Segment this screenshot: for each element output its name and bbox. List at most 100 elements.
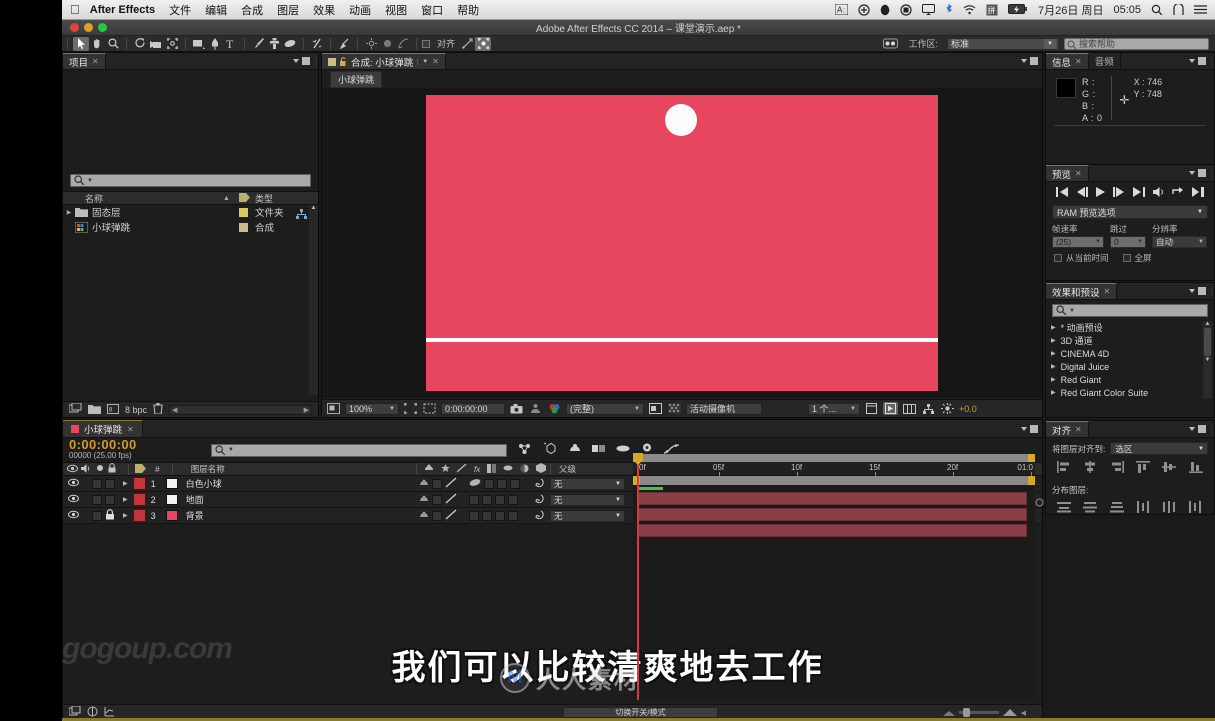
- zoom-track[interactable]: [958, 708, 999, 717]
- sort-asc-icon[interactable]: ▲: [223, 195, 230, 202]
- layer-video-toggle[interactable]: [63, 510, 79, 521]
- layer-frameblend-toggle[interactable]: [482, 494, 492, 505]
- column-name[interactable]: 名称: [63, 192, 103, 205]
- layer-3d-toggle[interactable]: [510, 478, 520, 489]
- bluetooth-icon[interactable]: [945, 3, 953, 16]
- transparency-grid-icon[interactable]: [422, 402, 437, 415]
- twirl-icon[interactable]: ▶: [1051, 337, 1056, 344]
- ram-preview-options-select[interactable]: RAM 预览选项 ▼: [1052, 205, 1208, 219]
- project-row-comp[interactable]: 小球弹跳 合成: [63, 220, 318, 235]
- menu-item-window[interactable]: 窗口: [421, 2, 443, 18]
- search-icon[interactable]: [1151, 4, 1163, 16]
- effects-panel-menu[interactable]: [1189, 283, 1210, 299]
- exposure-reset-icon[interactable]: [940, 402, 955, 415]
- timecode-display[interactable]: 0:00:00:00 00000 (25.00 fps): [63, 438, 137, 461]
- bit-depth-label[interactable]: 8 bpc: [125, 405, 147, 415]
- layer-frameblend-toggle[interactable]: [484, 478, 494, 489]
- layer-effects-toggle[interactable]: [469, 494, 479, 505]
- timeline-search-input[interactable]: ▼: [211, 443, 507, 457]
- apple-logo-icon[interactable]: : [62, 3, 90, 16]
- layer-3d-toggle[interactable]: [508, 494, 518, 505]
- menu-item-view[interactable]: 视图: [385, 2, 407, 18]
- pixel-aspect-icon[interactable]: [864, 402, 879, 415]
- motion-blur-icon[interactable]: [616, 441, 630, 459]
- mask-feather-icon[interactable]: [395, 37, 411, 51]
- layer-quality-toggle[interactable]: [445, 493, 457, 506]
- chevron-down-icon[interactable]: ▼: [417, 58, 428, 65]
- layer-frameblend-toggle[interactable]: [482, 510, 492, 521]
- layer-name[interactable]: 白色小球: [186, 477, 222, 490]
- align-right-icon[interactable]: [1110, 460, 1124, 478]
- scroll-right-icon[interactable]: ▶: [304, 406, 309, 414]
- twirl-icon[interactable]: ▶: [1051, 324, 1056, 331]
- project-panel-menu[interactable]: [293, 53, 314, 69]
- fullscreen-checkbox[interactable]: 全屏: [1122, 252, 1152, 264]
- layer-duration-bar[interactable]: [637, 492, 1027, 505]
- comp-canvas[interactable]: [426, 95, 938, 391]
- align-left-icon[interactable]: [1057, 460, 1071, 478]
- parent-pickwhip-icon[interactable]: [533, 477, 544, 490]
- zoom-thumb[interactable]: [962, 708, 970, 717]
- align-h-center-icon[interactable]: [1083, 460, 1097, 478]
- tab-audio[interactable]: 音频: [1088, 53, 1121, 69]
- record-icon[interactable]: [900, 3, 912, 16]
- region-of-interest-icon[interactable]: [403, 402, 418, 415]
- project-row-folder[interactable]: ▶ 固态层 文件夹: [63, 205, 318, 220]
- time-ruler[interactable]: 0f 05f 10f 15f 20f 01:0: [633, 462, 1035, 476]
- show-snapshot-icon[interactable]: [528, 402, 543, 415]
- close-icon[interactable]: ✕: [1075, 425, 1082, 434]
- frame-blend-icon[interactable]: [487, 463, 497, 475]
- info-panel-menu[interactable]: [1189, 53, 1210, 69]
- effects-item[interactable]: ▶ 3D 通道: [1046, 334, 1214, 347]
- twirl-icon[interactable]: ▶: [1051, 363, 1056, 370]
- airplay-icon[interactable]: [922, 4, 936, 15]
- pan-behind-tool-icon[interactable]: [164, 37, 180, 51]
- exposure-value[interactable]: +0.0: [959, 404, 977, 414]
- layer-effects-toggle[interactable]: [469, 478, 481, 489]
- shape-tool-icon[interactable]: [191, 37, 207, 51]
- audio-toggle-icon[interactable]: [78, 463, 92, 475]
- menu-item-help[interactable]: 帮助: [457, 2, 479, 18]
- ground-layer[interactable]: [426, 338, 938, 342]
- layer-3d-toggle[interactable]: [508, 510, 518, 521]
- layer-video-toggle[interactable]: [63, 478, 79, 489]
- layer-parent-select[interactable]: 无 ▼: [550, 509, 625, 522]
- help-search-input[interactable]: 搜索帮助: [1064, 37, 1209, 50]
- close-icon[interactable]: ✕: [1075, 57, 1082, 66]
- menu-item-animation[interactable]: 动画: [349, 2, 371, 18]
- menu-item-layer[interactable]: 图层: [277, 2, 299, 18]
- views-select[interactable]: 1 个... ▼: [808, 402, 860, 415]
- tab-project[interactable]: 项目 ✕: [63, 53, 106, 69]
- layer-collapse-toggle[interactable]: [432, 478, 442, 489]
- first-frame-icon[interactable]: [1055, 187, 1068, 200]
- tab-info[interactable]: 信息 ✕: [1046, 53, 1089, 69]
- project-search-input[interactable]: ▼: [70, 174, 311, 187]
- tab-effects[interactable]: 效果和预设 ✕: [1046, 283, 1118, 299]
- dist-top-icon[interactable]: [1057, 500, 1072, 518]
- white-ball-layer[interactable]: [665, 104, 697, 136]
- play-icon[interactable]: [1095, 187, 1106, 200]
- rotation-tool-icon[interactable]: [132, 37, 148, 51]
- shape-fill-icon[interactable]: [379, 37, 395, 51]
- tab-align[interactable]: 对齐 ✕: [1046, 421, 1089, 437]
- dist-h-center-icon[interactable]: [1162, 500, 1176, 518]
- effects-item[interactable]: ▶ * 动画预设: [1046, 321, 1214, 334]
- motion-blur-col-icon[interactable]: [503, 464, 513, 474]
- clone-stamp-tool-icon[interactable]: [266, 37, 282, 51]
- qq-icon[interactable]: [880, 4, 890, 16]
- project-hscrollbar[interactable]: ◀ ▶: [169, 404, 312, 415]
- layer-lock-toggle[interactable]: [105, 509, 115, 522]
- twirl-icon[interactable]: ▶: [1051, 350, 1056, 357]
- dist-left-icon[interactable]: [1136, 500, 1150, 518]
- lock-open-icon[interactable]: [340, 57, 347, 66]
- work-area-bar-top[interactable]: [633, 454, 1035, 462]
- layer-shy-toggle[interactable]: [419, 495, 429, 505]
- align-to-select[interactable]: 选区 ▼: [1110, 442, 1208, 455]
- layer-video-toggle[interactable]: [63, 494, 79, 505]
- skip-select[interactable]: 0 ▼: [1110, 236, 1146, 248]
- column-index[interactable]: #: [146, 464, 160, 474]
- input-source-icon[interactable]: 拼: [986, 4, 998, 16]
- label-color-icon[interactable]: [128, 463, 146, 475]
- menu-item-composition[interactable]: 合成: [241, 2, 263, 18]
- layer-label-color[interactable]: [133, 510, 145, 521]
